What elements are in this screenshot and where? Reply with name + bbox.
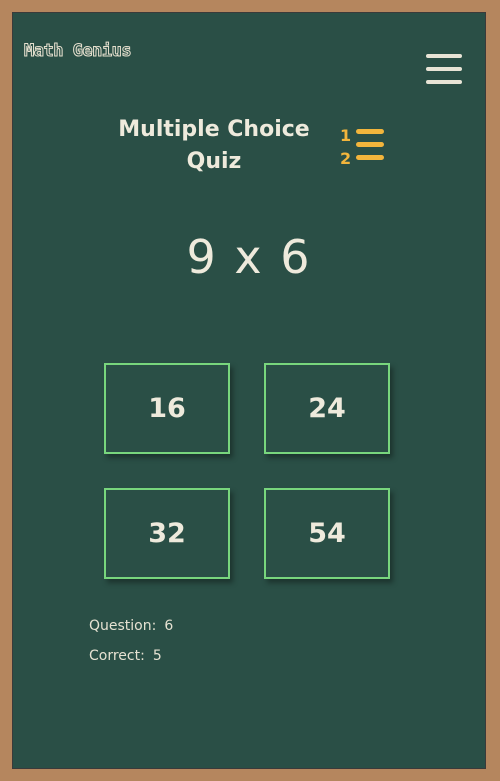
question-counter: Question: 6	[89, 618, 173, 634]
page-title-line1: Multiple Choice	[118, 117, 310, 142]
page-title: Multiple Choice Quiz	[114, 114, 314, 178]
menu-bar-top	[426, 54, 462, 58]
list-icon-number-2: 2	[340, 149, 351, 166]
answer-option-3[interactable]: 32	[104, 488, 230, 579]
page-title-line2: Quiz	[186, 149, 242, 174]
list-icon-number-1: 1	[340, 126, 351, 145]
menu-bar-bottom	[426, 80, 462, 84]
correct-counter: Correct: 5	[89, 648, 162, 664]
hamburger-menu-icon[interactable]	[426, 52, 462, 86]
menu-bar-middle	[426, 67, 462, 71]
app-logo[interactable]: Math Genius	[23, 41, 132, 62]
question-label: Question:	[89, 618, 157, 634]
answer-option-1[interactable]: 16	[104, 363, 230, 454]
question-value: 6	[164, 618, 174, 634]
math-problem: 9 x 6	[186, 230, 312, 284]
correct-label: Correct:	[89, 648, 145, 664]
chalkboard: Math Genius Multiple Choice Quiz 1 2 9 x…	[12, 12, 486, 769]
correct-value: 5	[152, 648, 162, 664]
answer-option-4[interactable]: 54	[264, 488, 390, 579]
numbered-list-icon[interactable]: 1 2	[338, 124, 386, 166]
answer-option-2[interactable]: 24	[264, 363, 390, 454]
